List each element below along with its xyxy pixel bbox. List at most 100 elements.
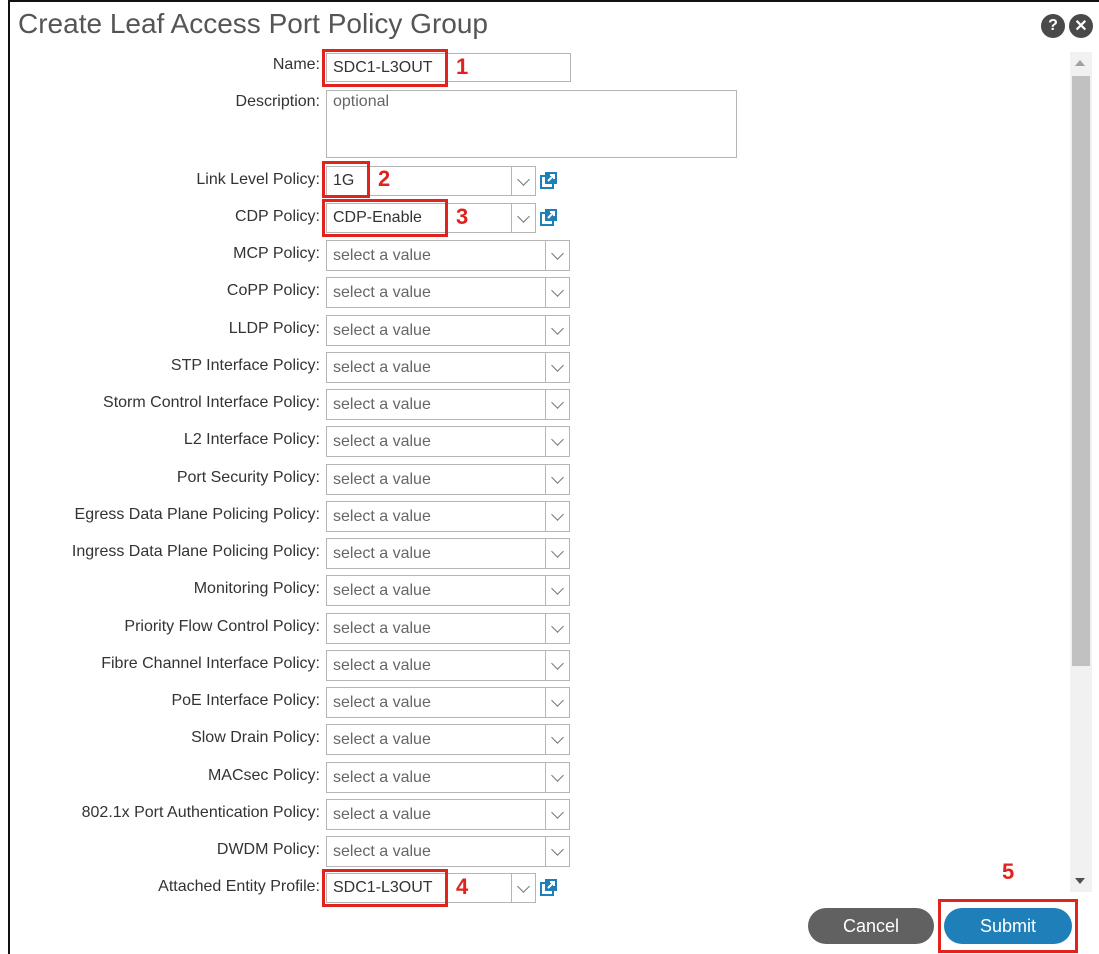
description-textarea[interactable]: optional [326,90,737,158]
chevron-down-icon [551,843,564,856]
chevron-down-icon [551,247,564,260]
policy-select-value: select a value [333,656,431,674]
policy-select[interactable]: select a value [326,277,546,308]
callout-number-3: 3 [456,204,469,229]
policy-dropdown-button[interactable] [546,315,570,346]
policy-select[interactable]: select a value [326,240,546,271]
cdp-select[interactable]: CDP-Enable [326,203,512,233]
name-input[interactable]: SDC1-L3OUT [326,53,571,82]
policy-dropdown-button[interactable] [546,687,570,718]
description-placeholder: optional [333,93,390,110]
external-link-icon[interactable] [540,171,558,189]
policy-dropdown-button[interactable] [546,277,570,308]
policy-dropdown-button[interactable] [546,538,570,569]
submit-button[interactable]: Submit [944,908,1072,944]
policy-select-value: select a value [333,730,431,748]
policy-select-value: select a value [333,470,431,488]
scroll-up-icon[interactable] [1075,60,1085,66]
help-icon[interactable]: ? [1041,14,1065,38]
description-label: Description: [235,93,320,110]
cdp-dropdown-button[interactable] [512,203,536,233]
policy-select-value: select a value [333,283,431,301]
policy-select[interactable]: select a value [326,315,546,346]
policy-select[interactable]: select a value [326,762,546,793]
policy-label: STP Interface Policy: [170,357,320,374]
chevron-down-icon [551,471,564,484]
aep-label: Attached Entity Profile: [158,878,320,895]
policy-dropdown-button[interactable] [546,724,570,755]
link-level-dropdown-button[interactable] [512,166,536,196]
policy-select-value: select a value [333,544,431,562]
chevron-down-icon [551,433,564,446]
policy-select[interactable]: select a value [326,352,546,383]
policy-dropdown-button[interactable] [546,799,570,830]
policy-select-value: select a value [333,432,431,450]
chevron-down-icon [551,508,564,521]
policy-dropdown-button[interactable] [546,501,570,532]
policy-select[interactable]: select a value [326,799,546,830]
chevron-down-icon [551,657,564,670]
policy-select-value: select a value [333,321,431,339]
policy-select[interactable]: select a value [326,538,546,569]
policy-select-value: select a value [333,246,431,264]
policy-dropdown-button[interactable] [546,464,570,495]
policy-select[interactable]: select a value [326,687,546,718]
chevron-down-icon [551,769,564,782]
chevron-down-icon [551,731,564,744]
policy-select[interactable]: select a value [326,724,546,755]
policy-label: LLDP Policy: [228,320,320,337]
aep-value: SDC1-L3OUT [333,879,433,896]
chevron-down-icon [551,620,564,633]
policy-dropdown-button[interactable] [546,762,570,793]
cdp-label: CDP Policy: [234,208,320,225]
cancel-button[interactable]: Cancel [808,908,934,944]
policy-label: Monitoring Policy: [193,580,320,597]
aep-select[interactable]: SDC1-L3OUT [326,873,512,903]
policy-label: Priority Flow Control Policy: [124,618,320,635]
policy-dropdown-button[interactable] [546,650,570,681]
policy-select[interactable]: select a value [326,575,546,606]
policy-select[interactable]: select a value [326,613,546,644]
policy-label: Ingress Data Plane Policing Policy: [71,543,320,560]
chevron-down-icon [551,359,564,372]
name-value: SDC1-L3OUT [333,58,433,76]
policy-select[interactable]: select a value [326,836,546,867]
policy-label: MCP Policy: [233,245,320,262]
chevron-down-icon [517,879,530,893]
policy-dropdown-button[interactable] [546,836,570,867]
policy-label: Egress Data Plane Policing Policy: [74,506,320,523]
external-link-icon[interactable] [540,208,558,226]
policy-dropdown-button[interactable] [546,240,570,271]
chevron-down-icon [551,582,564,595]
policy-dropdown-button[interactable] [546,613,570,644]
policy-dropdown-button[interactable] [546,389,570,420]
vertical-scrollbar[interactable] [1070,52,1092,892]
policy-select-value: select a value [333,768,431,786]
policy-select-value: select a value [333,507,431,525]
policy-select-value: select a value [333,619,431,637]
policy-label: MACsec Policy: [207,767,320,784]
chevron-down-icon [517,209,530,223]
scroll-thumb[interactable] [1072,76,1090,666]
link-level-select[interactable]: 1G [326,166,512,196]
scroll-down-icon[interactable] [1075,878,1085,884]
callout-number-2: 2 [378,166,391,191]
chevron-down-icon [551,396,564,409]
policy-label: 802.1x Port Authentication Policy: [81,804,320,821]
policy-select[interactable]: select a value [326,501,546,532]
external-link-icon[interactable] [540,878,558,896]
aep-dropdown-button[interactable] [512,873,536,903]
chevron-down-icon [517,172,530,186]
policy-select[interactable]: select a value [326,464,546,495]
close-icon[interactable]: ✕ [1069,14,1093,38]
policy-select[interactable]: select a value [326,650,546,681]
policy-dropdown-button[interactable] [546,575,570,606]
policy-label: L2 Interface Policy: [183,431,320,448]
policy-select-value: select a value [333,581,431,599]
policy-select[interactable]: select a value [326,426,546,457]
chevron-down-icon [551,322,564,335]
policy-dropdown-button[interactable] [546,426,570,457]
policy-select[interactable]: select a value [326,389,546,420]
policy-label: Fibre Channel Interface Policy: [101,655,320,672]
policy-dropdown-button[interactable] [546,352,570,383]
